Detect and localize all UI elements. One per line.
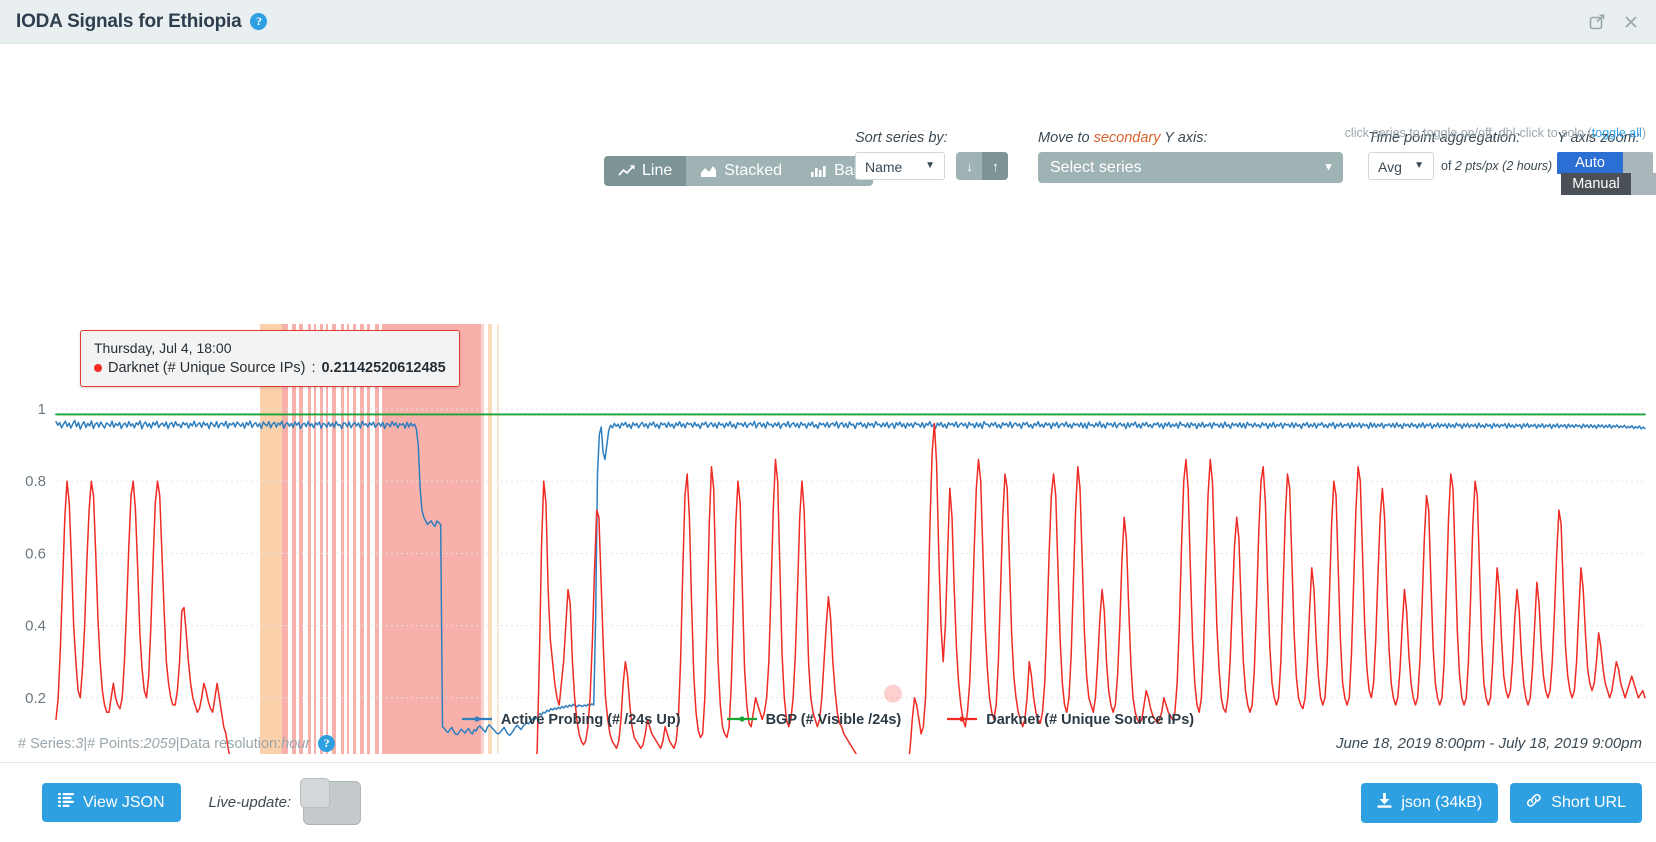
svg-text:0.2: 0.2 bbox=[25, 690, 46, 707]
y-axis-labels: 00.20.40.60.81 bbox=[25, 401, 46, 754]
view-json-label: View JSON bbox=[83, 794, 165, 812]
live-update-toggle-knob bbox=[300, 778, 330, 808]
line-marker-icon bbox=[462, 712, 492, 728]
legend-label-bgp: BGP (# Visible /24s) bbox=[766, 712, 902, 728]
tooltip-colon: : bbox=[311, 360, 315, 376]
view-json-button[interactable]: View JSON bbox=[42, 783, 181, 822]
short-url-button[interactable]: Short URL bbox=[1510, 783, 1642, 823]
hover-point-halo bbox=[884, 685, 902, 703]
live-update-toggle[interactable] bbox=[303, 781, 361, 825]
series-toggle-hint: click series to toggle on/off, dbl-click… bbox=[1345, 126, 1646, 140]
series-toggle-hint-text: click series to toggle on/off, dbl-click… bbox=[1345, 126, 1592, 140]
download-json-button[interactable]: json (34kB) bbox=[1361, 783, 1498, 823]
download-icon bbox=[1377, 793, 1392, 813]
external-edit-icon[interactable] bbox=[1586, 11, 1608, 33]
legend-label-darknet: Darknet (# Unique Source IPs) bbox=[986, 712, 1194, 728]
short-url-label: Short URL bbox=[1551, 794, 1626, 812]
help-circle-icon[interactable]: ? bbox=[250, 13, 267, 30]
download-json-label: json (34kB) bbox=[1401, 794, 1482, 812]
toggle-all-link[interactable]: toggle all bbox=[1592, 126, 1642, 140]
live-update-label: Live-update: bbox=[209, 794, 292, 811]
secondary-axis-label: Move to secondary Y axis: bbox=[1038, 130, 1343, 146]
meta-series-label: # Series: bbox=[18, 736, 75, 752]
series-toggle-hint-end: ) bbox=[1642, 126, 1646, 140]
close-icon[interactable] bbox=[1620, 11, 1642, 33]
chart-meta-row: # Series: 3 | # Points: 2059 | Data reso… bbox=[0, 735, 1656, 752]
legend-item-darknet[interactable]: Darknet (# Unique Source IPs) bbox=[947, 712, 1194, 728]
tooltip-series-row: Darknet (# Unique Source IPs): 0.2114252… bbox=[94, 360, 446, 376]
svg-text:0.6: 0.6 bbox=[25, 545, 46, 562]
meta-resolution-value: hour bbox=[281, 736, 310, 752]
chart-container[interactable]: 00.20.40.60.8120. Jun22. Jun24. Jun26. J… bbox=[0, 154, 1656, 734]
list-icon bbox=[58, 793, 74, 812]
footer-actions: json (34kB) Short URL bbox=[1361, 783, 1642, 823]
legend-label-active-probing: Active Probing (# /24s Up) bbox=[501, 712, 681, 728]
legend-item-active-probing[interactable]: Active Probing (# /24s Up) bbox=[462, 712, 681, 728]
secondary-axis-label-suffix: Y axis: bbox=[1161, 130, 1208, 146]
svg-text:1: 1 bbox=[38, 401, 46, 418]
chart-footer: View JSON Live-update: json (34kB) bbox=[0, 762, 1656, 842]
line-marker-icon bbox=[727, 712, 757, 728]
chart-tooltip: Thursday, Jul 4, 18:00 Darknet (# Unique… bbox=[80, 330, 460, 387]
secondary-axis-label-prefix: Move to bbox=[1038, 130, 1094, 146]
svg-text:0.8: 0.8 bbox=[25, 473, 46, 490]
tooltip-timestamp: Thursday, Jul 4, 18:00 bbox=[94, 340, 446, 356]
link-icon bbox=[1526, 793, 1542, 813]
meta-points-label: # Points: bbox=[87, 736, 143, 752]
svg-text:0.4: 0.4 bbox=[25, 618, 46, 635]
line-marker-icon bbox=[947, 712, 977, 728]
meta-series-count: 3 bbox=[75, 736, 83, 752]
meta-resolution-label: Data resolution: bbox=[180, 736, 282, 752]
sort-series-label: Sort series by: bbox=[855, 130, 1008, 146]
chart-toolbar: Line Stacked bbox=[0, 44, 1656, 154]
meta-points-count: 2059 bbox=[144, 736, 176, 752]
chart-date-range: June 18, 2019 8:00pm - July 18, 2019 9:0… bbox=[1336, 735, 1642, 752]
window-titlebar: IODA Signals for Ethiopia ? bbox=[0, 0, 1656, 44]
legend-item-bgp[interactable]: BGP (# Visible /24s) bbox=[727, 712, 902, 728]
chart-legend: Active Probing (# /24s Up) BGP (# Visibl… bbox=[0, 712, 1656, 728]
outage-bands bbox=[260, 324, 499, 754]
page-title: IODA Signals for Ethiopia bbox=[16, 11, 241, 33]
signals-chart[interactable]: 00.20.40.60.8120. Jun22. Jun24. Jun26. J… bbox=[0, 154, 1656, 754]
tooltip-value: 0.21142520612485 bbox=[321, 360, 445, 376]
tooltip-series-name: Darknet (# Unique Source IPs) bbox=[108, 360, 305, 376]
help-circle-icon[interactable]: ? bbox=[318, 735, 335, 752]
secondary-axis-label-accent: secondary bbox=[1094, 130, 1161, 146]
tooltip-series-dot bbox=[94, 364, 102, 372]
